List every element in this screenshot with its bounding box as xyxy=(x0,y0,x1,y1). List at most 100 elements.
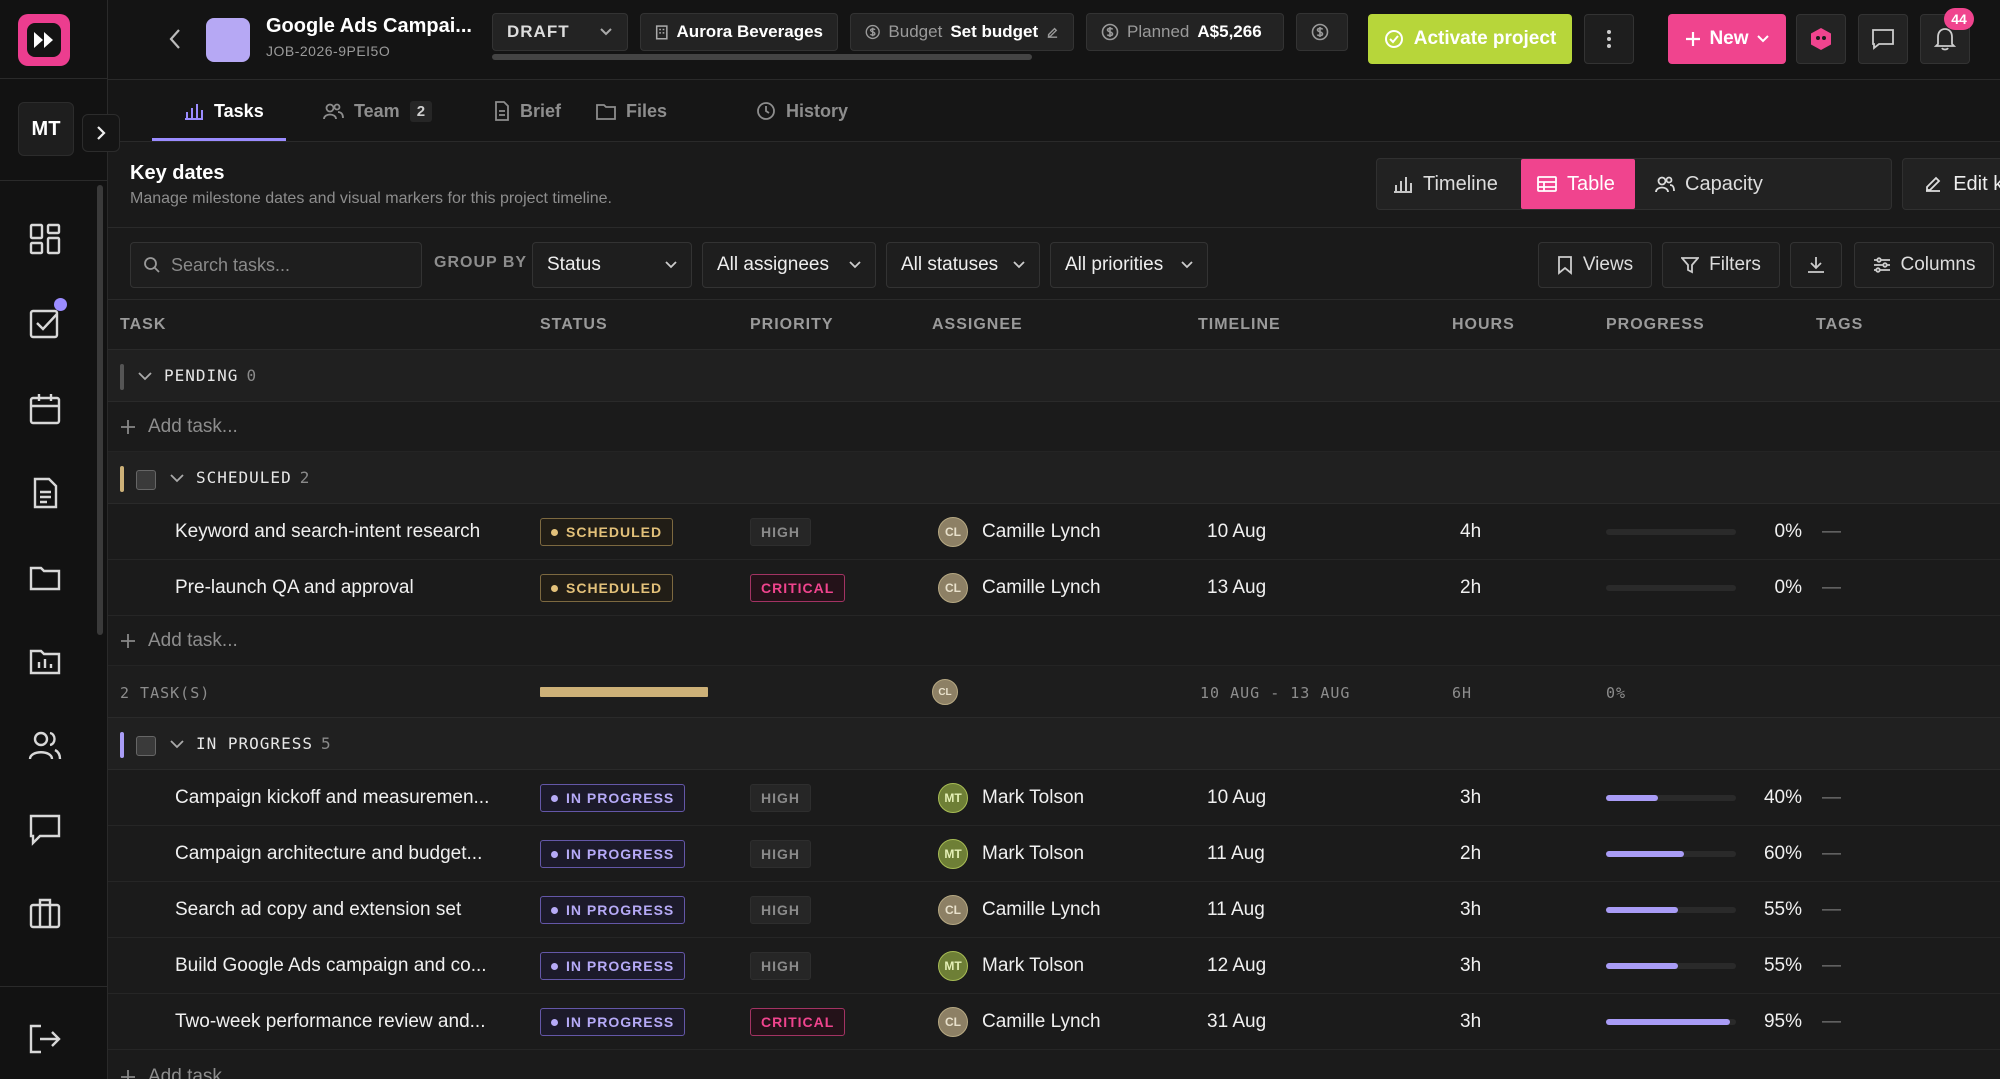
assignee-name[interactable]: Mark Tolson xyxy=(982,843,1084,865)
app-logo[interactable] xyxy=(18,14,70,66)
planned-chip[interactable]: Planned A$5,266 xyxy=(1086,13,1284,51)
add-task-row[interactable]: Add task... xyxy=(108,1052,2000,1079)
tab-history[interactable]: History xyxy=(756,80,848,142)
table-view-button[interactable]: Table xyxy=(1521,159,1635,209)
user-avatar[interactable]: MT xyxy=(18,102,74,156)
table-row[interactable]: Two-week performance review and... IN PRO… xyxy=(108,994,2000,1050)
assignee-name[interactable]: Camille Lynch xyxy=(982,899,1101,921)
task-name[interactable]: Search ad copy and extension set xyxy=(175,882,535,938)
task-date[interactable]: 10 Aug xyxy=(1207,770,1266,826)
assignee-name[interactable]: Camille Lynch xyxy=(982,577,1101,599)
group-checkbox[interactable] xyxy=(136,470,156,490)
edit-key-dates-button[interactable]: Edit key dates xyxy=(1902,158,2000,210)
status-badge[interactable]: SCHEDULED xyxy=(540,518,674,546)
budget-chip[interactable]: Budget Set budget xyxy=(850,13,1074,51)
table-row[interactable]: Campaign kickoff and measuremen... IN PRO… xyxy=(108,770,2000,826)
table-row[interactable]: Keyword and search-intent research SCHEDU… xyxy=(108,504,2000,560)
task-tags[interactable]: — xyxy=(1822,770,1841,826)
download-button[interactable] xyxy=(1790,242,1842,288)
chips-scrollbar[interactable] xyxy=(492,54,1032,60)
priority-badge[interactable]: HIGH xyxy=(750,896,811,924)
task-date[interactable]: 10 Aug xyxy=(1207,504,1266,560)
column-header[interactable]: TAGS xyxy=(1816,316,1863,334)
task-hours[interactable]: 3h xyxy=(1460,770,1481,826)
status-badge[interactable]: SCHEDULED xyxy=(540,574,674,602)
task-hours[interactable]: 3h xyxy=(1460,938,1481,994)
search-box[interactable] xyxy=(130,242,422,288)
rail-scrollbar[interactable] xyxy=(97,185,103,635)
task-hours[interactable]: 3h xyxy=(1460,882,1481,938)
priority-badge[interactable]: HIGH xyxy=(750,840,811,868)
column-header[interactable]: TIMELINE xyxy=(1198,316,1281,334)
back-button[interactable] xyxy=(160,24,190,54)
status-badge[interactable]: IN PROGRESS xyxy=(540,784,686,812)
task-name[interactable]: Campaign architecture and budget... xyxy=(175,826,535,882)
chevron-down-icon[interactable] xyxy=(170,740,184,749)
assignee-name[interactable]: Camille Lynch xyxy=(982,521,1101,543)
priority-badge[interactable]: CRITICAL xyxy=(750,574,846,602)
activate-project-button[interactable]: Activate project xyxy=(1368,14,1572,64)
chart-folder-icon[interactable] xyxy=(22,638,68,684)
logout-icon[interactable] xyxy=(22,1016,68,1062)
timeline-view-button[interactable]: Timeline xyxy=(1377,159,1514,209)
assignee-name[interactable]: Mark Tolson xyxy=(982,955,1084,977)
more-options-button[interactable] xyxy=(1584,14,1634,64)
document-icon[interactable] xyxy=(22,470,68,516)
task-hours[interactable]: 2h xyxy=(1460,826,1481,882)
project-title[interactable]: Google Ads Campai... xyxy=(266,15,472,38)
task-tags[interactable]: — xyxy=(1822,882,1841,938)
table-row[interactable]: Pre-launch QA and approval SCHEDULED CRITI… xyxy=(108,560,2000,616)
column-header[interactable]: STATUS xyxy=(540,316,608,334)
chat-icon[interactable] xyxy=(22,806,68,852)
group-header-scheduled[interactable]: SCHEDULED 2 xyxy=(108,452,2000,504)
group-by-select[interactable]: Status xyxy=(532,242,692,288)
task-name[interactable]: Two-week performance review and... xyxy=(175,994,535,1050)
briefcase-icon[interactable] xyxy=(22,890,68,936)
add-task-row[interactable]: Add task... xyxy=(108,616,2000,666)
group-header-in-progress[interactable]: IN PROGRESS 5 xyxy=(108,718,2000,770)
priority-badge[interactable]: CRITICAL xyxy=(750,1008,846,1036)
priority-badge[interactable]: HIGH xyxy=(750,952,811,980)
tab-brief[interactable]: Brief xyxy=(494,80,561,142)
dashboard-icon[interactable] xyxy=(22,216,68,262)
expand-rail-button[interactable] xyxy=(82,114,120,152)
status-badge[interactable]: IN PROGRESS xyxy=(540,1008,686,1036)
task-tags[interactable]: — xyxy=(1822,994,1841,1050)
assignee-filter[interactable]: All assignees xyxy=(702,242,876,288)
status-dropdown[interactable]: DRAFT xyxy=(492,13,628,51)
assistant-button[interactable] xyxy=(1796,14,1846,64)
new-button[interactable]: New xyxy=(1668,14,1786,64)
tab-tasks[interactable]: Tasks xyxy=(184,80,264,142)
column-header[interactable]: PRIORITY xyxy=(750,316,834,334)
users-icon[interactable] xyxy=(22,722,68,768)
client-chip[interactable]: Aurora Beverages xyxy=(640,13,838,51)
assignee-name[interactable]: Camille Lynch xyxy=(982,1011,1101,1033)
group-checkbox[interactable] xyxy=(136,736,156,756)
priority-filter[interactable]: All priorities xyxy=(1050,242,1208,288)
task-hours[interactable]: 2h xyxy=(1460,560,1481,616)
task-date[interactable]: 11 Aug xyxy=(1207,882,1265,938)
status-filter[interactable]: All statuses xyxy=(886,242,1040,288)
status-badge[interactable]: IN PROGRESS xyxy=(540,840,686,868)
table-row[interactable]: Search ad copy and extension set IN PROGR… xyxy=(108,882,2000,938)
columns-button[interactable]: Columns xyxy=(1854,242,1994,288)
task-date[interactable]: 31 Aug xyxy=(1207,994,1266,1050)
group-header-pending[interactable]: PENDING 0 xyxy=(108,350,2000,402)
task-tags[interactable]: — xyxy=(1822,560,1841,616)
actual-chip[interactable] xyxy=(1296,13,1348,51)
filters-button[interactable]: Filters xyxy=(1662,242,1780,288)
task-date[interactable]: 12 Aug xyxy=(1207,938,1266,994)
assignee-name[interactable]: Mark Tolson xyxy=(982,787,1084,809)
task-date[interactable]: 13 Aug xyxy=(1207,560,1266,616)
add-task-row[interactable]: Add task... xyxy=(108,402,2000,452)
priority-badge[interactable]: HIGH xyxy=(750,518,811,546)
chevron-down-icon[interactable] xyxy=(170,474,184,483)
column-header[interactable]: ASSIGNEE xyxy=(932,316,1023,334)
tab-files[interactable]: Files xyxy=(596,80,667,142)
task-name[interactable]: Campaign kickoff and measuremen... xyxy=(175,770,535,826)
column-header[interactable]: HOURS xyxy=(1452,316,1515,334)
views-button[interactable]: Views xyxy=(1538,242,1652,288)
search-input[interactable] xyxy=(171,254,401,276)
status-badge[interactable]: IN PROGRESS xyxy=(540,952,686,980)
task-name[interactable]: Keyword and search-intent research xyxy=(175,504,535,560)
